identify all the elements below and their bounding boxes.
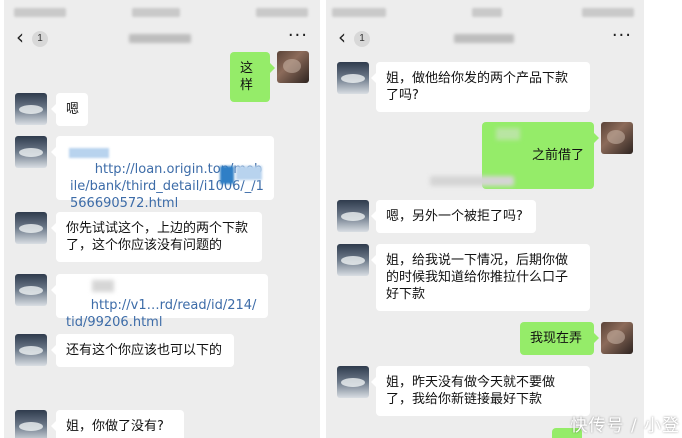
back-button[interactable]: ‹ 1 <box>16 25 50 49</box>
status-bar <box>4 0 320 22</box>
message-bubble[interactable]: 你先试试这个，上边的两个下款了，这个你应该没有问题的 <box>51 212 262 262</box>
more-icon[interactable]: ··· <box>288 25 308 46</box>
avatar[interactable] <box>337 62 369 94</box>
avatar[interactable] <box>15 334 47 366</box>
avatar[interactable] <box>337 244 369 276</box>
avatar[interactable] <box>15 410 47 438</box>
chevron-left-icon: ‹ <box>338 25 346 49</box>
redaction-mark <box>496 128 520 140</box>
message-bubble[interactable]: 这样 <box>230 52 275 102</box>
chat-nav-bar: ‹ 1 ··· <box>326 22 644 54</box>
redaction-mark <box>69 148 109 158</box>
status-bar <box>326 0 644 22</box>
chevron-left-icon: ‹ <box>16 25 24 49</box>
message-bubble[interactable]: 姐，给我说一下情况，后期你做的时候我知道给你推拉什么口子好下款 <box>371 244 590 311</box>
link-message-bubble[interactable]: http://v1…rd/read/id/214/tid/99206.html <box>51 274 268 330</box>
redaction-mark <box>236 166 262 180</box>
redaction-mark <box>92 280 114 292</box>
message-bubble[interactable]: 我现在弄 <box>520 322 599 355</box>
avatar[interactable] <box>337 366 369 398</box>
avatar[interactable] <box>601 122 633 154</box>
message-bubble[interactable]: 姐，昨天没有做今天就不要做了，我给你新链接最好下款 <box>371 366 590 416</box>
message-text: 之前借了 <box>531 148 584 163</box>
chat-title-redacted <box>454 34 514 43</box>
avatar[interactable] <box>277 51 309 83</box>
avatar[interactable] <box>15 274 47 306</box>
unread-count-badge: 1 <box>32 31 48 47</box>
message-bubble[interactable]: 嗯 <box>51 93 88 126</box>
timestamp-redacted <box>430 176 514 186</box>
right-chat-screen: ‹ 1 ··· 姐，做他给你发的两个产品下款了吗? 之前借了 嗯，另外一个被拒了… <box>326 0 644 438</box>
unread-count-badge: 1 <box>354 31 370 47</box>
message-bubble[interactable]: 姐，你做了没有? <box>51 410 184 438</box>
avatar[interactable] <box>601 322 633 354</box>
redaction-mark <box>220 166 234 184</box>
avatar[interactable] <box>15 136 47 168</box>
message-bubble[interactable]: 姐，做他给你发的两个产品下款了吗? <box>371 62 590 112</box>
avatar[interactable] <box>15 93 47 125</box>
chat-nav-bar: ‹ 1 ··· <box>4 22 320 54</box>
back-button[interactable]: ‹ 1 <box>338 25 372 49</box>
avatar[interactable] <box>337 200 369 232</box>
more-icon[interactable]: ··· <box>612 25 632 46</box>
message-bubble[interactable]: 嗯，另外一个被拒了吗? <box>371 200 536 233</box>
avatar[interactable] <box>15 212 47 244</box>
message-bubble[interactable]: 还有这个你应该也可以下的 <box>51 334 234 367</box>
chat-title-redacted <box>129 34 191 43</box>
watermark-text: 快传号 / 小登 <box>570 416 680 436</box>
left-chat-screen: ‹ 1 ··· 这样 嗯 http://loan.origin.top/mobi… <box>4 0 320 438</box>
message-link[interactable]: http://v1…rd/read/id/214/tid/99206.html <box>66 298 256 330</box>
message-link[interactable]: http://loan.origin.top/mobile/bank/third… <box>70 162 264 211</box>
